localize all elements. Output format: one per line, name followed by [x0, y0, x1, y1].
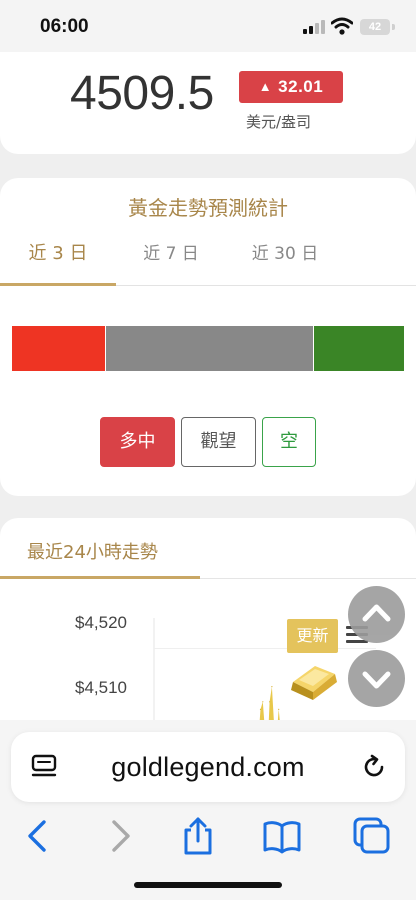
price-point	[269, 701, 271, 703]
price-point	[278, 708, 280, 710]
up-triangle-icon: ▲	[258, 79, 273, 94]
bookmarks-icon[interactable]	[262, 816, 302, 856]
status-time: 06:00	[40, 16, 89, 37]
status-bar: 06:00 42	[0, 0, 416, 52]
wait-button[interactable]: 觀望	[181, 417, 256, 467]
chevron-down-icon	[362, 671, 391, 689]
y-tick-label: $4,510	[75, 678, 127, 697]
browser-chrome: goldlegend.com	[0, 720, 416, 900]
chart-title: 最近24小時走勢	[27, 542, 158, 563]
chevron-up-icon	[362, 604, 391, 622]
forward-icon[interactable]	[100, 816, 140, 856]
cellular-signal-icon	[303, 20, 325, 34]
trend-distribution-bar	[12, 326, 404, 371]
trend-segment-bearish	[314, 326, 404, 371]
tab-7-days[interactable]: 近 7 日	[116, 234, 226, 286]
update-button[interactable]: 更新	[287, 619, 338, 653]
gold-price: 4509.5	[70, 67, 214, 120]
chart-title-underline	[0, 576, 200, 579]
scroll-down-button[interactable]	[348, 650, 405, 707]
trend-segment-neutral	[106, 326, 313, 371]
chart-title-divider	[200, 578, 416, 579]
y-tick-label: $4,520	[75, 613, 127, 632]
bearish-button[interactable]: 空	[262, 417, 316, 467]
tab-30-days[interactable]: 近 30 日	[226, 234, 344, 286]
forecast-title: 黃金走勢預測統計	[128, 196, 288, 220]
home-indicator	[134, 882, 282, 888]
price-change-value: 32.01	[278, 77, 324, 96]
gold-bar-icon	[291, 666, 337, 700]
price-point	[262, 701, 264, 703]
wifi-icon	[331, 17, 353, 35]
address-bar[interactable]: goldlegend.com	[11, 732, 405, 802]
battery-icon: 42	[360, 19, 390, 35]
reload-icon[interactable]	[361, 754, 387, 780]
scroll-up-button[interactable]	[348, 586, 405, 643]
url-text: goldlegend.com	[111, 752, 305, 782]
price-point	[271, 686, 273, 688]
battery-cap	[392, 24, 395, 30]
price-unit: 美元/盎司	[246, 113, 312, 131]
back-icon[interactable]	[18, 816, 58, 856]
price-change-badge: ▲ 32.01	[239, 71, 343, 103]
tab-3-days[interactable]: 近 3 日	[0, 234, 116, 286]
price-card: 4509.5 ▲ 32.01 美元/盎司	[0, 52, 416, 154]
trend-segment-bullish	[12, 326, 105, 371]
tabs-icon[interactable]	[352, 816, 392, 856]
share-icon[interactable]	[178, 816, 218, 856]
forecast-card: 黃金走勢預測統計 近 3 日 近 7 日 近 30 日 多中 觀望 空	[0, 178, 416, 496]
battery-level: 42	[368, 21, 382, 33]
active-tab-indicator	[0, 283, 116, 286]
price-point	[259, 708, 262, 710]
forecast-tabs: 近 3 日 近 7 日 近 30 日	[0, 234, 416, 286]
bullish-button[interactable]: 多中	[100, 417, 175, 467]
